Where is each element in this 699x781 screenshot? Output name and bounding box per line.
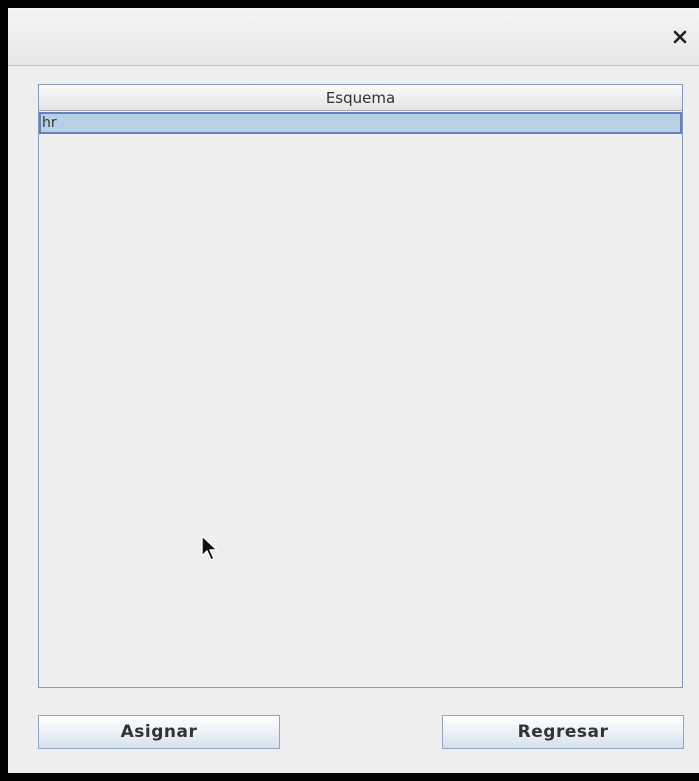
assign-button[interactable]: Asignar [38,715,280,749]
close-icon [673,30,687,44]
table-cell-esquema: hr [42,115,57,131]
schema-table: Esquema hr [38,84,683,688]
table-row[interactable]: hr [39,112,682,134]
column-header-esquema[interactable]: Esquema [39,85,682,111]
dialog-window: Esquema hr Asignar Regresar [8,8,699,773]
close-button[interactable] [669,26,691,48]
back-button[interactable]: Regresar [442,715,684,749]
title-bar[interactable] [8,8,699,66]
mouse-cursor-icon [201,535,218,561]
